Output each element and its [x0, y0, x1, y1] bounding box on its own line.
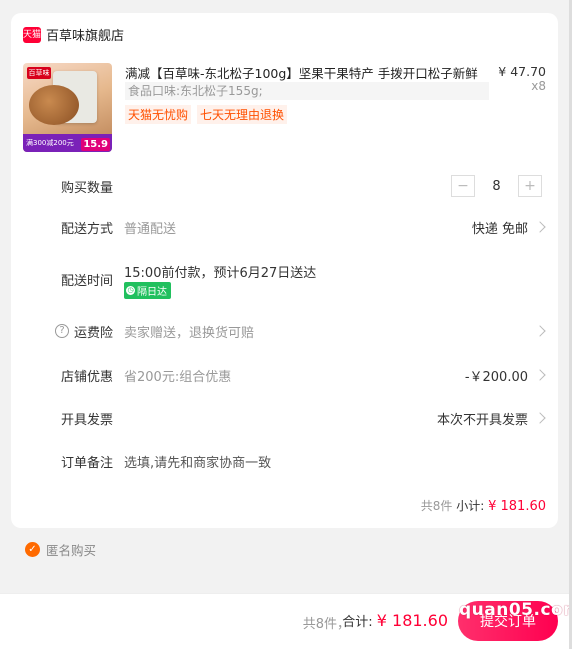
plus-button[interactable]: + — [518, 175, 542, 197]
anonymous-purchase[interactable]: ✓ 匿名购买 — [25, 540, 96, 559]
watermark: quan05.com — [459, 600, 572, 620]
product-title[interactable]: 满减【百草味-东北松子100g】坚果干果特产 手拨开口松子新鲜 — [125, 63, 485, 82]
invoice-value: 本次不开具发票 — [436, 413, 528, 428]
quantity-stepper: − 8 + — [451, 175, 542, 197]
shipping-row[interactable]: 配送方式 普通配送 快递 免邮 — [11, 218, 558, 238]
order-card: 天猫 百草味旗舰店 百草味 满300减200元 15.9 满减【百草味-东北松子… — [11, 13, 558, 528]
shipping-label: 配送方式 — [61, 222, 114, 237]
minus-button[interactable]: − — [451, 175, 475, 197]
tag-worry-free[interactable]: 天猫无忧购 — [125, 105, 192, 124]
chevron-right-icon — [534, 221, 546, 233]
product-image-nuts — [29, 85, 79, 125]
tmall-logo-icon: 天猫 — [23, 26, 41, 43]
store-discount-amount: -￥200.00 — [464, 370, 528, 385]
quantity-row: 购买数量 − 8 + — [11, 175, 558, 197]
store-discount-value: 省200元:组合优惠 — [124, 370, 232, 385]
product-price: ¥ 47.70 — [498, 64, 546, 79]
total-label: 合计: — [342, 615, 373, 630]
shop-header[interactable]: 天猫 百草味旗舰店 — [23, 25, 124, 44]
store-discount-label: 店铺优惠 — [61, 370, 114, 385]
checkmark-icon[interactable]: ✓ — [25, 542, 40, 557]
shipping-value: 普通配送 — [124, 222, 177, 237]
subtotal-amount: ¥ 181.60 — [488, 499, 546, 514]
chevron-right-icon — [534, 369, 546, 381]
product-image-brand: 百草味 — [27, 67, 51, 79]
quantity-value[interactable]: 8 — [475, 179, 518, 194]
product-image-price: 15.9 — [81, 138, 110, 151]
subtotal-count: 共8件 — [420, 499, 453, 513]
order-note-label: 订单备注 — [61, 456, 114, 471]
insurance-row[interactable]: ? 运费险 卖家赠送，退换货可赔 — [11, 322, 558, 342]
product-qty: x8 — [531, 79, 546, 93]
product-sku[interactable]: 食品口味:东北松子155g; — [125, 82, 489, 100]
shipping-method: 快递 免邮 — [471, 222, 528, 237]
invoice-row[interactable]: 开具发票 本次不开具发票 — [11, 409, 558, 429]
chevron-right-icon — [534, 412, 546, 424]
shop-name[interactable]: 百草味旗舰店 — [46, 25, 124, 44]
delivery-time-label: 配送时间 — [61, 274, 114, 289]
invoice-label: 开具发票 — [61, 413, 114, 428]
chevron-right-icon — [534, 325, 546, 337]
anonymous-label: 匿名购买 — [46, 543, 97, 558]
subtotal-label: 小计: — [456, 499, 485, 513]
help-icon[interactable]: ? — [55, 324, 69, 338]
store-discount-row[interactable]: 店铺优惠 省200元:组合优惠 -￥200.00 — [11, 366, 558, 386]
total: 合计: ¥ 181.60 — [342, 611, 448, 630]
product-tags: 天猫无忧购 七天无理由退换 — [125, 105, 288, 124]
product-image[interactable]: 百草味 满300减200元 15.9 — [23, 63, 112, 152]
insurance-value: 卖家赠送，退换货可赔 — [124, 326, 255, 341]
order-note-input[interactable]: 选填,请先和商家协商一致 — [124, 452, 271, 471]
next-day-badge: ◷ 隔日达 — [124, 282, 171, 299]
total-amount: ¥ 181.60 — [376, 611, 448, 630]
clock-icon: ◷ — [126, 286, 135, 295]
order-note-row: 订单备注 选填,请先和商家协商一致 — [11, 452, 558, 472]
quantity-label: 购买数量 — [61, 181, 114, 196]
tag-seven-day-return[interactable]: 七天无理由退换 — [197, 105, 288, 124]
delivery-time-row: 配送时间 15:00前付款，预计6月27日送达 ◷ 隔日达 — [11, 262, 558, 302]
insurance-label: 运费险 — [74, 326, 114, 341]
delivery-time-value: 15:00前付款，预计6月27日送达 — [124, 266, 317, 281]
next-day-badge-label: 隔日达 — [137, 287, 167, 298]
store-subtotal: 共8件 小计: ¥ 181.60 — [421, 497, 546, 514]
